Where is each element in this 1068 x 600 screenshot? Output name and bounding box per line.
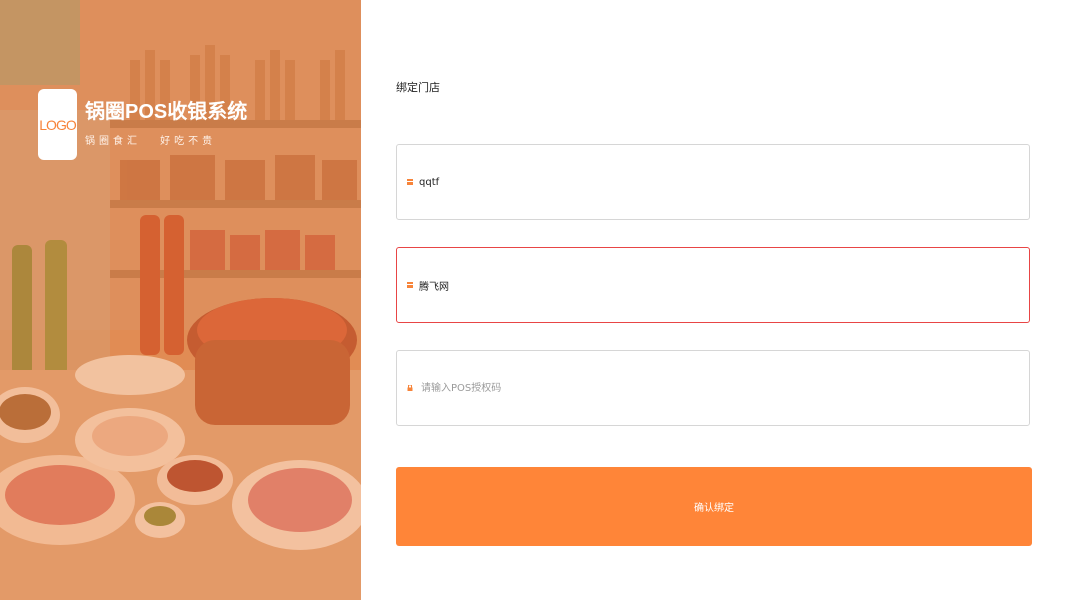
- brand-text: 锅圈POS收银系统 锅圈食汇 好吃不贵: [85, 100, 247, 147]
- lock-icon: [407, 385, 413, 391]
- auth-code-input[interactable]: [419, 381, 983, 395]
- store-name-field[interactable]: 腾飞网: [396, 247, 1030, 323]
- logo: LOGO: [38, 89, 77, 160]
- bind-store-screen: LOGO 锅圈POS收银系统 锅圈食汇 好吃不贵 绑定门店 qqtf 腾飞网 确…: [0, 0, 1068, 600]
- store-code-field[interactable]: qqtf: [396, 144, 1030, 220]
- store-name-value: 腾飞网: [419, 281, 449, 293]
- shop-icon: [407, 282, 413, 288]
- auth-code-field[interactable]: [396, 350, 1030, 426]
- page-title: 绑定门店: [396, 81, 440, 94]
- store-code-value: qqtf: [419, 176, 440, 188]
- store-icon: [407, 179, 413, 185]
- brand-panel: LOGO 锅圈POS收银系统 锅圈食汇 好吃不贵: [0, 0, 361, 600]
- brand-slogan: 锅圈食汇 好吃不贵: [85, 136, 217, 147]
- brand-header: LOGO 锅圈POS收银系统 锅圈食汇 好吃不贵: [38, 89, 247, 160]
- confirm-bind-button[interactable]: 确认绑定: [396, 467, 1032, 546]
- brand-title: 锅圈POS收银系统: [85, 101, 248, 123]
